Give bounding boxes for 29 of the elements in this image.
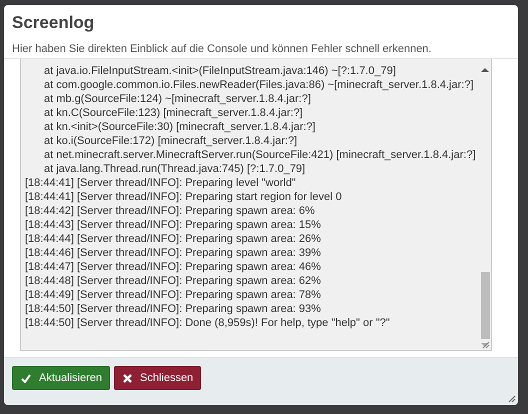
- checkmark-icon: [21, 374, 31, 382]
- stack-trace-line: at net.minecraft.server.MinecraftServer.run(SourceFile:421) [minecraft_server.1.8.4.jar:?]: [43, 148, 475, 162]
- stack-trace-line: at com.google.common.io.Files.newReader(Files.java:86) ~[minecraft_server.1.8.4.jar:?]: [43, 78, 474, 92]
- dialog-description: Hier haben Sie direkten Einblick auf die Console und können Fehler schnell erkennen.: [12, 43, 432, 55]
- close-button[interactable]: Schliessen: [114, 366, 202, 390]
- stack-trace-line: at java.lang.Thread.run(Thread.java:745) [?:1.7.0_79]: [43, 162, 306, 176]
- log-line: [18:44:49] [Server thread/INFO]: Preparing spawn area: 78%: [25, 288, 322, 302]
- log-line: [18:44:50] [Server thread/INFO]: Preparing spawn area: 93%: [25, 302, 322, 316]
- log-line: [18:44:41] [Server thread/INFO]: Preparing start region for level 0: [25, 190, 343, 204]
- stack-trace-line: at kn.<init>(SourceFile:30) [minecraft_server.1.8.4.jar:?]: [43, 120, 316, 134]
- close-icon: [122, 374, 132, 382]
- stack-trace-line: at mb.g(SourceFile:124) ~[minecraft_server.1.8.4.jar:?]: [43, 92, 312, 106]
- log-line: [18:44:48] [Server thread/INFO]: Preparing spawn area: 62%: [25, 274, 322, 288]
- dialog-title: Screenlog: [12, 13, 96, 33]
- log-line: [18:44:41] [Server thread/INFO]: Preparing level "world": [25, 176, 297, 190]
- log-line: [18:44:42] [Server thread/INFO]: Preparing spawn area: 6%: [25, 204, 316, 218]
- scroll-up-icon[interactable]: [481, 67, 489, 73]
- stack-trace-line: at ko.i(SourceFile:172) [minecraft_server.1.8.4.jar:?]: [43, 134, 298, 148]
- console-textarea[interactable]: [20, 59, 492, 351]
- log-line: [18:44:44] [Server thread/INFO]: Preparing spawn area: 26%: [25, 232, 322, 246]
- refresh-button[interactable]: Aktualisieren: [12, 366, 110, 390]
- log-line: [18:44:43] [Server thread/INFO]: Preparing spawn area: 15%: [25, 218, 322, 232]
- log-line: [18:44:46] [Server thread/INFO]: Preparing spawn area: 39%: [25, 246, 322, 260]
- log-line: [18:44:47] [Server thread/INFO]: Preparing spawn area: 46%: [25, 260, 322, 274]
- stack-trace-line: at kn.C(SourceFile:123) [minecraft_server.1.8.4.jar:?]: [43, 106, 304, 120]
- resize-grip-icon[interactable]: [508, 395, 516, 403]
- log-line: [18:44:50] [Server thread/INFO]: Done (8,959s)! For help, type "help" or "?": [25, 316, 391, 330]
- stack-trace-line: at java.io.FileInputStream.<init>(FileInputStream.java:146) ~[?:1.7.0_79]: [43, 64, 397, 78]
- scrollbar-thumb[interactable]: [481, 272, 490, 339]
